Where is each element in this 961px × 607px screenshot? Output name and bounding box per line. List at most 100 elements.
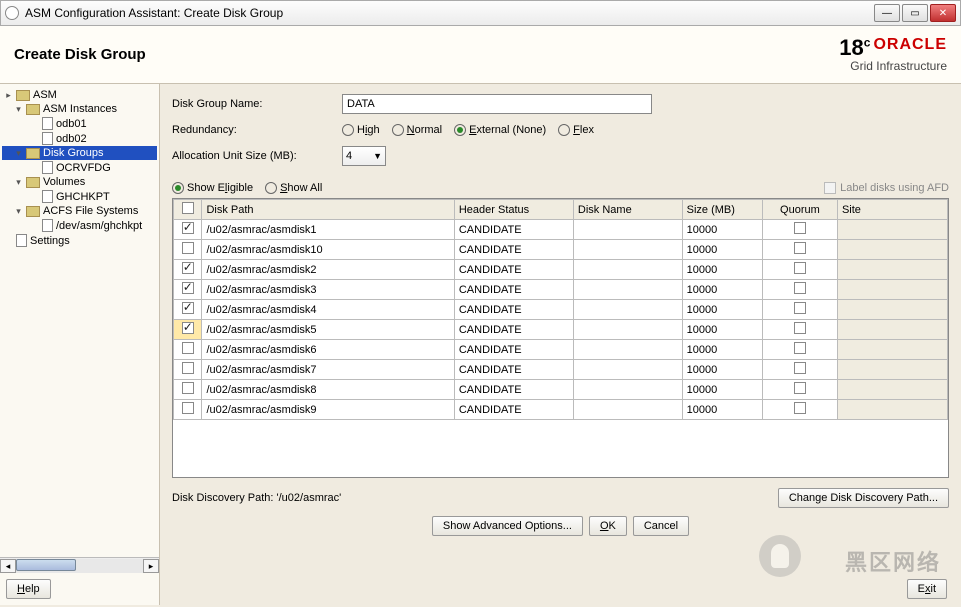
disk-filter-radios: Show Eligible Show All bbox=[172, 182, 330, 194]
redundancy-normal[interactable]: Normal bbox=[392, 124, 450, 136]
row-checkbox[interactable] bbox=[182, 282, 194, 294]
cancel-button[interactable]: Cancel bbox=[633, 516, 689, 536]
table-row[interactable]: /u02/asmrac/asmdisk10CANDIDATE10000 bbox=[174, 240, 948, 260]
disk-name bbox=[573, 400, 682, 420]
disk-path: /u02/asmrac/asmdisk10 bbox=[202, 240, 454, 260]
close-button[interactable]: ✕ bbox=[930, 4, 956, 22]
select-all-checkbox[interactable] bbox=[182, 202, 194, 214]
tree-node-odb02[interactable]: odb02 bbox=[2, 131, 157, 146]
tree-node-asm-instances[interactable]: ▾ASM Instances bbox=[2, 102, 157, 116]
discovery-path-label: Disk Discovery Path: '/u02/asmrac' bbox=[172, 492, 772, 504]
tree-node-asm[interactable]: ▸ASM bbox=[2, 88, 157, 102]
row-checkbox[interactable] bbox=[182, 362, 194, 374]
table-row[interactable]: /u02/asmrac/asmdisk1CANDIDATE10000 bbox=[174, 220, 948, 240]
disk-path: /u02/asmrac/asmdisk8 bbox=[202, 380, 454, 400]
folder-icon bbox=[26, 148, 40, 159]
table-row[interactable]: /u02/asmrac/asmdisk5CANDIDATE10000 bbox=[174, 320, 948, 340]
table-row[interactable]: /u02/asmrac/asmdisk9CANDIDATE10000 bbox=[174, 400, 948, 420]
minimize-button[interactable]: — bbox=[874, 4, 900, 22]
table-row[interactable]: /u02/asmrac/asmdisk8CANDIDATE10000 bbox=[174, 380, 948, 400]
table-row[interactable]: /u02/asmrac/asmdisk6CANDIDATE10000 bbox=[174, 340, 948, 360]
scroll-track[interactable] bbox=[16, 559, 143, 573]
row-checkbox[interactable] bbox=[182, 382, 194, 394]
disk-table[interactable]: Disk PathHeader StatusDisk NameSize (MB)… bbox=[173, 199, 948, 420]
ausize-select[interactable]: 4 ▼ bbox=[342, 146, 386, 166]
nav-tree[interactable]: ▸ASM▾ASM Instances odb01 odb02▾Disk Grou… bbox=[0, 84, 159, 557]
disk-name bbox=[573, 240, 682, 260]
brand-subtitle: Grid Infrastructure bbox=[850, 59, 947, 73]
row-checkbox[interactable] bbox=[182, 322, 194, 334]
quorum-checkbox[interactable] bbox=[794, 382, 806, 394]
table-row[interactable]: /u02/asmrac/asmdisk3CANDIDATE10000 bbox=[174, 280, 948, 300]
disk-site bbox=[837, 340, 947, 360]
scroll-left-button[interactable]: ◂ bbox=[0, 559, 16, 573]
filter-show-eligible[interactable]: Show Eligible bbox=[172, 182, 261, 194]
col-site[interactable]: Site bbox=[837, 200, 947, 220]
quorum-checkbox[interactable] bbox=[794, 322, 806, 334]
folder-icon bbox=[26, 177, 40, 188]
row-checkbox[interactable] bbox=[182, 222, 194, 234]
row-checkbox[interactable] bbox=[182, 242, 194, 254]
tree-node-disk-groups[interactable]: ▾Disk Groups bbox=[2, 146, 157, 160]
scroll-thumb[interactable] bbox=[16, 559, 76, 571]
quorum-checkbox[interactable] bbox=[794, 242, 806, 254]
help-button[interactable]: Help bbox=[6, 579, 51, 599]
col-header-status[interactable]: Header Status bbox=[454, 200, 573, 220]
table-row[interactable]: /u02/asmrac/asmdisk4CANDIDATE10000 bbox=[174, 300, 948, 320]
afd-option: Label disks using AFD bbox=[824, 182, 949, 194]
disk-path: /u02/asmrac/asmdisk4 bbox=[202, 300, 454, 320]
col-disk-path[interactable]: Disk Path bbox=[202, 200, 454, 220]
tree-node-settings[interactable]: Settings bbox=[2, 233, 157, 248]
table-row[interactable]: /u02/asmrac/asmdisk2CANDIDATE10000 bbox=[174, 260, 948, 280]
exit-button[interactable]: Exit bbox=[907, 579, 947, 599]
header-status: CANDIDATE bbox=[454, 260, 573, 280]
document-icon bbox=[42, 117, 53, 130]
sidebar-scrollbar[interactable]: ◂ ▸ bbox=[0, 557, 159, 573]
ok-button[interactable]: OK bbox=[589, 516, 627, 536]
disk-path: /u02/asmrac/asmdisk3 bbox=[202, 280, 454, 300]
main-panel: Disk Group Name: Redundancy: HighNormalE… bbox=[160, 84, 961, 605]
page-title: Create Disk Group bbox=[14, 46, 839, 63]
filter-show-all[interactable]: Show All bbox=[265, 182, 330, 194]
maximize-button[interactable]: ▭ bbox=[902, 4, 928, 22]
col-size-mb-[interactable]: Size (MB) bbox=[682, 200, 762, 220]
table-row[interactable]: /u02/asmrac/asmdisk7CANDIDATE10000 bbox=[174, 360, 948, 380]
disk-name bbox=[573, 320, 682, 340]
disk-path: /u02/asmrac/asmdisk6 bbox=[202, 340, 454, 360]
header-status: CANDIDATE bbox=[454, 380, 573, 400]
tree-node-volumes[interactable]: ▾Volumes bbox=[2, 175, 157, 189]
row-checkbox[interactable] bbox=[182, 402, 194, 414]
change-discovery-path-button[interactable]: Change Disk Discovery Path... bbox=[778, 488, 949, 508]
col-select[interactable] bbox=[174, 200, 202, 220]
quorum-checkbox[interactable] bbox=[794, 342, 806, 354]
tree-node-acfs-file-systems[interactable]: ▾ACFS File Systems bbox=[2, 204, 157, 218]
oracle-logo: ORACLE bbox=[873, 36, 947, 53]
quorum-checkbox[interactable] bbox=[794, 282, 806, 294]
tree-node-odb01[interactable]: odb01 bbox=[2, 116, 157, 131]
quorum-checkbox[interactable] bbox=[794, 362, 806, 374]
quorum-checkbox[interactable] bbox=[794, 302, 806, 314]
row-checkbox[interactable] bbox=[182, 262, 194, 274]
document-icon bbox=[42, 219, 53, 232]
redundancy-external-none-[interactable]: External (None) bbox=[454, 124, 554, 136]
disk-site bbox=[837, 400, 947, 420]
disk-size: 10000 bbox=[682, 220, 762, 240]
quorum-checkbox[interactable] bbox=[794, 402, 806, 414]
advanced-options-button[interactable]: Show Advanced Options... bbox=[432, 516, 583, 536]
app-icon bbox=[5, 6, 19, 20]
redundancy-flex[interactable]: Flex bbox=[558, 124, 602, 136]
quorum-checkbox[interactable] bbox=[794, 262, 806, 274]
row-checkbox[interactable] bbox=[182, 302, 194, 314]
tree-node-ocrvfdg[interactable]: OCRVFDG bbox=[2, 160, 157, 175]
scroll-right-button[interactable]: ▸ bbox=[143, 559, 159, 573]
quorum-checkbox[interactable] bbox=[794, 222, 806, 234]
col-quorum[interactable]: Quorum bbox=[762, 200, 837, 220]
disk-size: 10000 bbox=[682, 360, 762, 380]
row-checkbox[interactable] bbox=[182, 342, 194, 354]
tree-node-ghchkpt[interactable]: GHCHKPT bbox=[2, 189, 157, 204]
disk-group-name-input[interactable] bbox=[342, 94, 652, 114]
tree-node--dev-asm-ghchkpt[interactable]: /dev/asm/ghchkpt bbox=[2, 218, 157, 233]
document-icon bbox=[42, 161, 53, 174]
redundancy-high[interactable]: High bbox=[342, 124, 388, 136]
col-disk-name[interactable]: Disk Name bbox=[573, 200, 682, 220]
